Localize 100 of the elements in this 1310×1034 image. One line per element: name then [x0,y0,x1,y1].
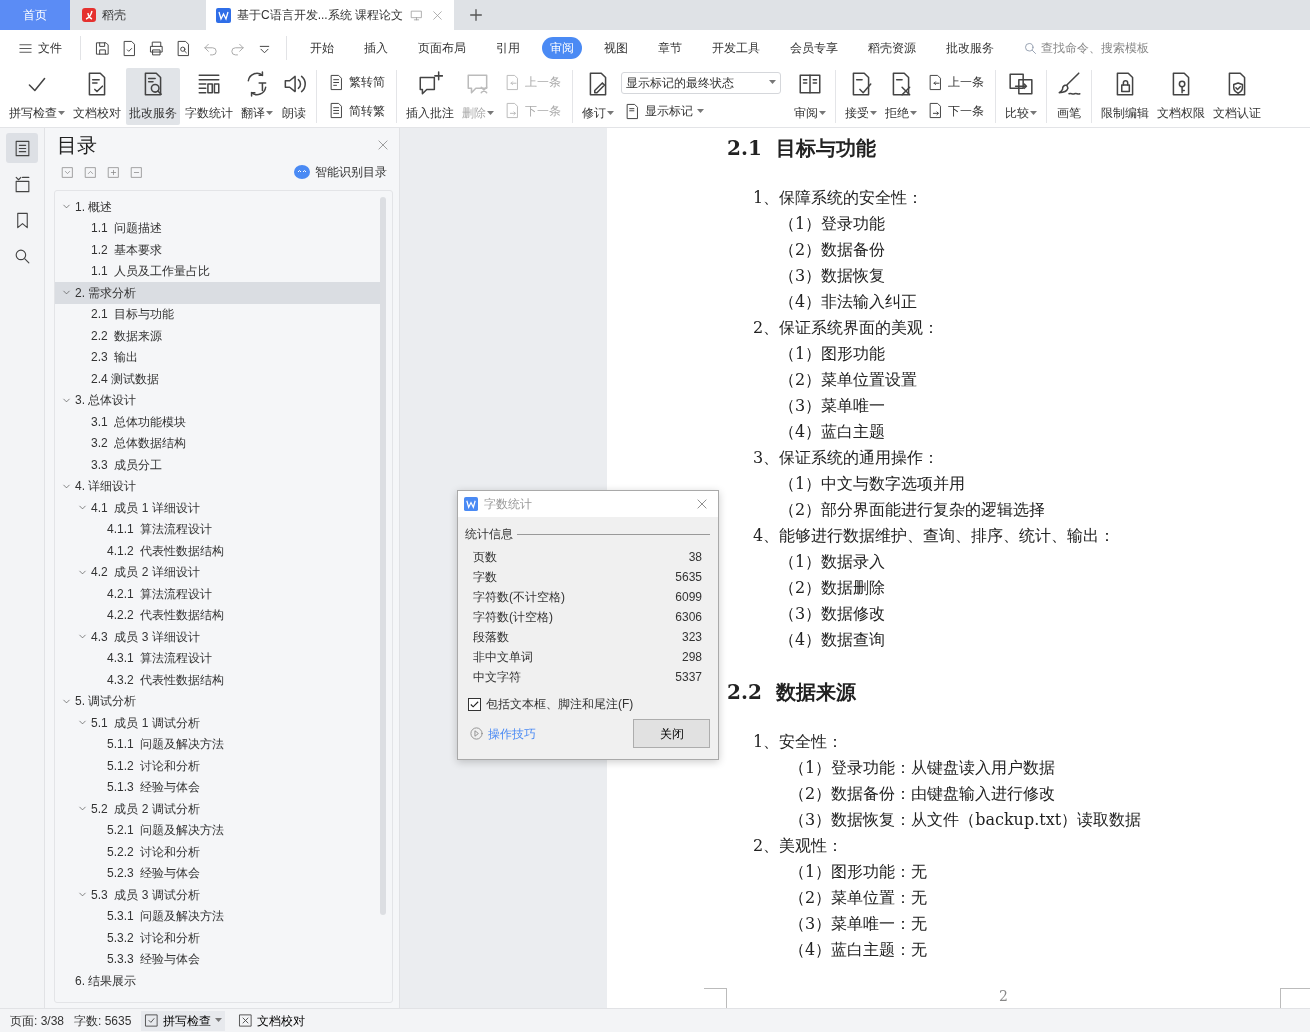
ribbon-button[interactable]: 朗读 [278,68,310,125]
ribbon-button[interactable]: 批改服务 [126,68,180,125]
toc-item[interactable]: 6. 结果展示 [55,970,380,992]
ribbon-button[interactable]: 文档权限 [1154,68,1208,125]
toc-item[interactable]: 5.1.3 经验与体会 [55,776,380,798]
ribbon-button[interactable]: 拒绝 [882,68,920,125]
status-button[interactable]: 拼写检查 [141,1010,226,1031]
close-icon [376,138,390,152]
collapse-all-icon [130,165,143,179]
document-line: （1）数据录入 [779,551,887,573]
toc-item[interactable]: 5.1 成员 1 调试分析 [55,712,380,734]
toc-item[interactable]: 3.3 成员分工 [55,454,380,476]
toc-item[interactable]: 5. 调试分析 [55,690,380,712]
caret-icon [819,110,826,116]
word-count: 字数: 5635 [74,1012,132,1030]
toc-item[interactable]: 3. 总体设计 [55,389,380,411]
ribbon-button[interactable]: 文档认证 [1210,68,1264,125]
toc-item[interactable]: 4.1 成员 1 详细设计 [55,497,380,519]
expand-all-button[interactable] [107,165,120,179]
ribbon-button[interactable]: 繁转简 [325,72,388,93]
checkbox-label: 包括文本框、脚注和尾注(F) [486,696,634,713]
status-button[interactable]: 文档校对 [235,1010,309,1031]
collapse-down-button[interactable] [61,165,74,179]
stat-value: 5337 [675,669,702,686]
toc-item[interactable]: 4.2 成员 2 详细设计 [55,561,380,583]
checkbox[interactable] [468,697,481,711]
toc-item[interactable]: 1. 概述 [55,196,380,218]
toc-item[interactable]: 5.3 成员 3 调试分析 [55,884,380,906]
ribbon-button[interactable]: 文档校对 [70,68,124,125]
ribbon-button[interactable]: 简转繁 [325,100,388,121]
toc-item[interactable]: 2.1 目标与功能 [55,303,380,325]
ribbon-button[interactable]: 插入批注 [403,68,457,125]
toc-item[interactable]: 1.1 问题描述 [55,217,380,239]
ribbon-button[interactable]: 修订 [579,68,617,125]
collapse-all-button[interactable] [130,165,143,179]
toc-item[interactable]: 4.2.2 代表性数据结构 [55,604,380,626]
toc-item[interactable]: 4. 详细设计 [55,475,380,497]
toc-item[interactable]: 4.3.2 代表性数据结构 [55,669,380,691]
ribbon-button[interactable]: 翻译 [238,68,276,125]
expand-up-button[interactable] [84,165,97,179]
ribbon-button[interactable]: 字数统计 [182,68,236,125]
ribbon-tab[interactable]: 插入 [356,37,396,59]
document-line: （4）数据查询 [779,629,887,651]
toc-item[interactable]: 3.2 总体数据结构 [55,432,380,454]
toc-item[interactable]: 5.3.2 讨论和分析 [55,927,380,949]
close-button[interactable]: 关闭 [633,719,710,748]
ribbon-button[interactable]: 显示标记 [621,101,781,122]
ribbon-button[interactable]: 审阅 [791,68,829,125]
toc-item[interactable]: 4.2.1 算法流程设计 [55,583,380,605]
ribbon-button[interactable]: 拼写检查 [6,68,68,125]
toc-item[interactable]: 2. 需求分析 [55,282,380,304]
window-tab[interactable]: 稻壳 [72,0,202,30]
ribbon-tab[interactable]: 章节 [650,37,690,59]
ribbon-button[interactable]: 比较 [1002,68,1040,125]
toc-item[interactable]: 2.3 输出 [55,346,380,368]
document-line: 2、美观性： [753,835,845,857]
ribbon-tab[interactable]: 开发工具 [704,37,768,59]
command-search-field[interactable]: 查找命令、搜索模板 [1023,39,1181,57]
monitor-icon [410,8,423,22]
toc-item[interactable]: 2.2 数据来源 [55,325,380,347]
ribbon-tab[interactable]: 页面布局 [410,37,474,59]
file-menu[interactable]: 文件 [10,37,70,59]
ribbon-button[interactable]: 下一条 [924,100,987,121]
ribbon-button[interactable]: 画笔 [1053,68,1085,125]
caret-icon [607,110,614,116]
toc-item[interactable]: 5.1.2 讨论和分析 [55,755,380,777]
ribbon-button[interactable]: 上一条 [924,72,987,93]
toc-item[interactable]: 5.2.3 经验与体会 [55,862,380,884]
toc-item[interactable]: 5.2.1 问题及解决方法 [55,819,380,841]
toc-item[interactable]: 5.2 成员 2 调试分析 [55,798,380,820]
ribbon-tab[interactable]: 会员专享 [782,37,846,59]
toc-item[interactable]: 3.1 总体功能模块 [55,411,380,433]
sidebar-tab[interactable] [6,133,38,163]
smart-toc-button[interactable]: 智能识别目录 [288,162,393,182]
toc-item[interactable]: 1.1 人员及工作量占比 [55,260,380,282]
toc-item[interactable]: 5.3.1 问题及解决方法 [55,905,380,927]
stat-value: 298 [681,649,702,666]
document-line: （3）数据修改 [779,603,887,625]
toc-item[interactable]: 5.2.2 讨论和分析 [55,841,380,863]
markup-state-dropdown[interactable]: 显示标记的最终状态 [621,71,781,94]
scrollbar[interactable] [380,197,386,915]
toc-item[interactable]: 5.3.3 经验与体会 [55,948,380,970]
toc-item[interactable]: 4.3 成员 3 详细设计 [55,626,380,648]
toc-item[interactable]: 4.1.2 代表性数据结构 [55,540,380,562]
ribbon-tab[interactable]: 开始 [302,37,342,59]
stat-value: 6099 [675,589,702,606]
toc-item[interactable]: 4.3.1 算法流程设计 [55,647,380,669]
toc-item[interactable]: 1.2 基本要求 [55,239,380,261]
document-app-icon [216,7,231,23]
robot-face-icon [294,165,310,179]
ribbon-tab[interactable]: 稻壳资源 [860,37,924,59]
toc-item[interactable]: 5.1.1 问题及解决方法 [55,733,380,755]
window-tab[interactable]: 基于C语言开发...系统 课程论文 [206,0,454,30]
toc-item[interactable]: 4.1.1 算法流程设计 [55,518,380,540]
toc-item[interactable]: 2.4 测试数据 [55,368,380,390]
ribbon-tab[interactable]: 视图 [596,37,636,59]
ribbon-button[interactable]: 接受 [842,68,880,125]
ribbon-tab[interactable]: 批改服务 [938,37,1002,59]
ribbon-tab[interactable]: 引用 [488,37,528,59]
ribbon-button[interactable]: 限制编辑 [1098,68,1152,125]
